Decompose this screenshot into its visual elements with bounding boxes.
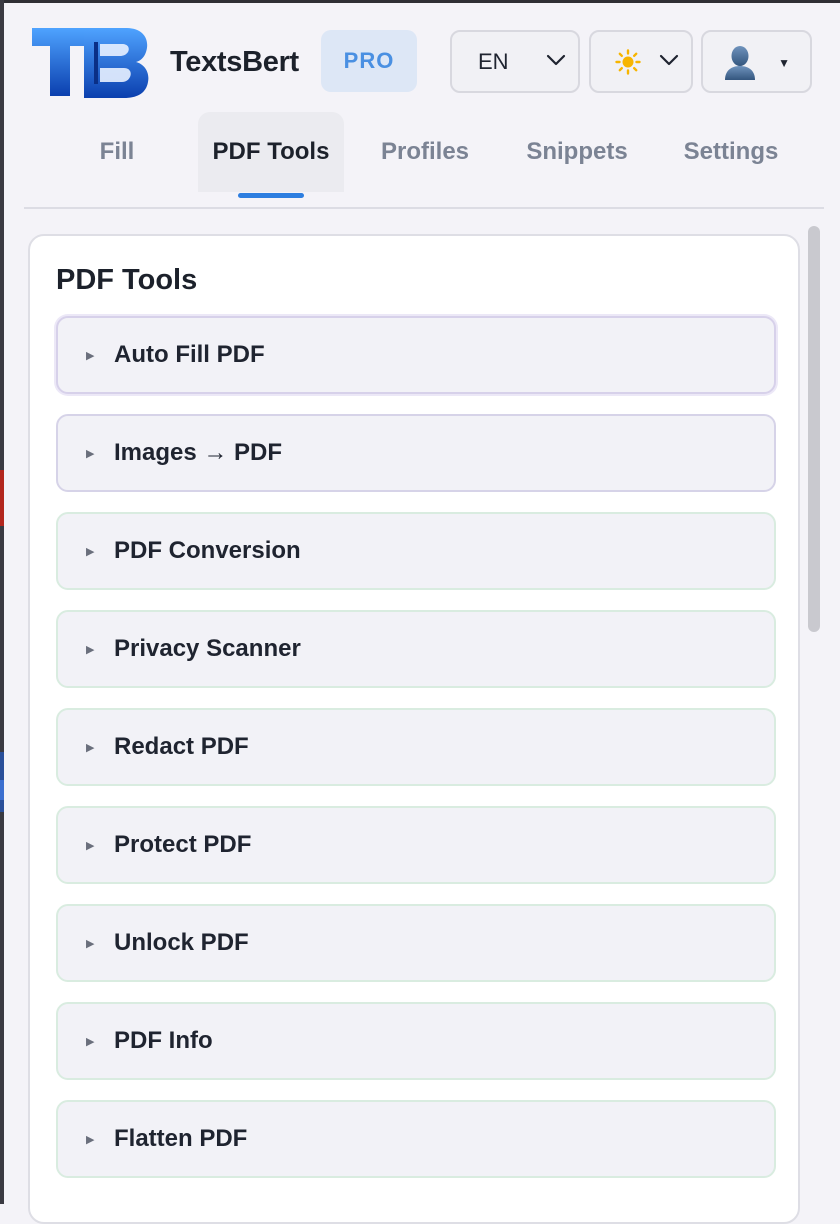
tool-label: Protect PDF	[114, 831, 252, 858]
panel-title: PDF Tools	[56, 264, 198, 296]
tool-label: Auto Fill PDF	[114, 341, 265, 368]
tool-label: Images → PDF	[114, 439, 283, 466]
tool-privacy-scanner[interactable]: ▶ Privacy Scanner	[56, 610, 776, 688]
window-top-edge	[0, 0, 840, 3]
tool-label: PDF Info	[114, 1027, 213, 1054]
expand-triangle-icon: ▶	[86, 839, 95, 852]
textsbert-logo	[32, 28, 149, 98]
tab-snippets[interactable]: Snippets	[502, 112, 652, 192]
chevron-down-icon	[659, 54, 679, 66]
theme-select[interactable]	[589, 30, 693, 93]
header: TextsBert PRO EN ▼	[28, 24, 818, 104]
tab-settings[interactable]: Settings	[656, 112, 806, 192]
tab-fill[interactable]: Fill	[44, 112, 190, 192]
background-window-edge	[0, 0, 4, 1204]
tab-pdf-tools[interactable]: PDF Tools	[198, 112, 344, 198]
expand-triangle-icon: ▶	[86, 937, 95, 950]
user-icon	[725, 46, 755, 80]
tool-label: Privacy Scanner	[114, 635, 301, 662]
tool-auto-fill-pdf[interactable]: ▶ Auto Fill PDF	[56, 316, 776, 394]
expand-triangle-icon: ▶	[86, 1035, 95, 1048]
chevron-down-icon	[546, 54, 566, 66]
tool-pdf-conversion[interactable]: ▶ PDF Conversion	[56, 512, 776, 590]
pro-badge[interactable]: PRO	[321, 30, 417, 92]
tool-label: Redact PDF	[114, 733, 249, 760]
tool-unlock-pdf[interactable]: ▶ Unlock PDF	[56, 904, 776, 982]
main-tabs: Fill PDF Tools Profiles Snippets Setting…	[24, 112, 824, 209]
scrollbar-thumb[interactable]	[808, 226, 820, 632]
brand-name: TextsBert	[170, 46, 299, 78]
tool-label: Unlock PDF	[114, 929, 249, 956]
pdf-tools-panel: PDF Tools ▶ Auto Fill PDF ▶ Images → PDF…	[28, 234, 800, 1224]
expand-triangle-icon: ▶	[86, 643, 95, 656]
tab-profiles[interactable]: Profiles	[352, 112, 498, 192]
expand-triangle-icon: ▶	[86, 741, 95, 754]
user-menu-button[interactable]: ▼	[701, 30, 812, 93]
expand-triangle-icon: ▶	[86, 447, 95, 460]
tool-images-to-pdf[interactable]: ▶ Images → PDF	[56, 414, 776, 492]
language-select[interactable]: EN	[450, 30, 580, 93]
tool-label: PDF Conversion	[114, 537, 301, 564]
tool-redact-pdf[interactable]: ▶ Redact PDF	[56, 708, 776, 786]
caret-down-icon: ▼	[778, 56, 790, 70]
expand-triangle-icon: ▶	[86, 1133, 95, 1146]
tool-flatten-pdf[interactable]: ▶ Flatten PDF	[56, 1100, 776, 1178]
tool-protect-pdf[interactable]: ▶ Protect PDF	[56, 806, 776, 884]
expand-triangle-icon: ▶	[86, 545, 95, 558]
sun-icon	[615, 48, 641, 75]
tool-label: Flatten PDF	[114, 1125, 248, 1152]
tool-pdf-info[interactable]: ▶ PDF Info	[56, 1002, 776, 1080]
language-value: EN	[478, 48, 509, 74]
expand-triangle-icon: ▶	[86, 349, 95, 362]
